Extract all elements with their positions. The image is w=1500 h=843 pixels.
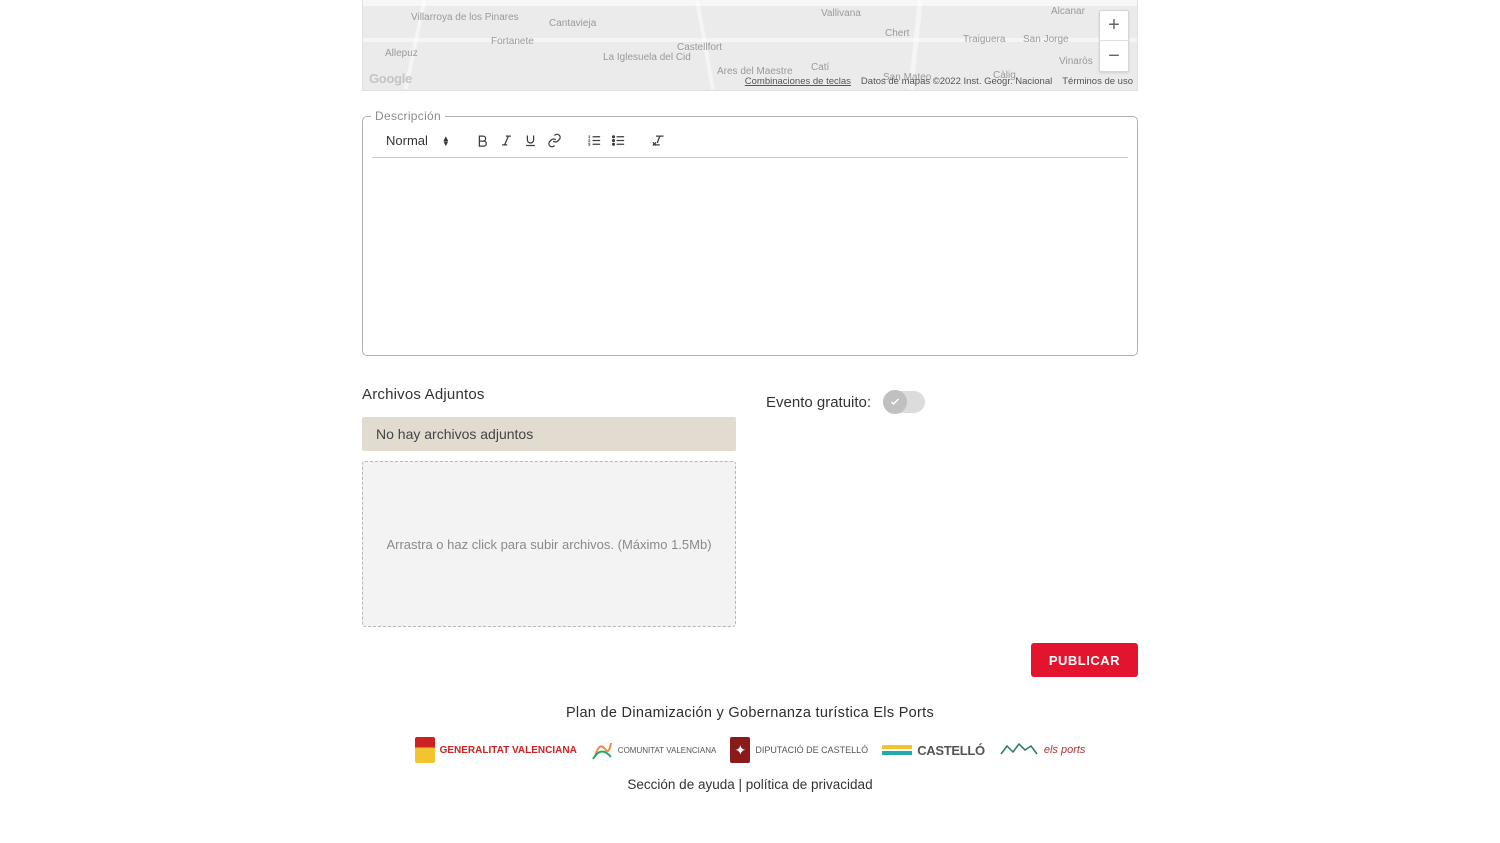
map-place-label: La Iglesuela del Cid (603, 52, 691, 63)
unordered-list-button[interactable] (608, 130, 630, 152)
publish-button[interactable]: PUBLICAR (1031, 643, 1138, 677)
map-place-label: Alcanar (1051, 6, 1085, 17)
map-shortcuts-link[interactable]: Combinaciones de teclas (745, 76, 851, 87)
svg-text:3: 3 (589, 143, 591, 147)
check-icon (889, 396, 901, 408)
underline-button[interactable] (520, 130, 542, 152)
select-arrows-icon: ▲▼ (442, 136, 450, 146)
footer-plan-text: Plan de Dinamización y Gobernanza turíst… (242, 705, 1258, 721)
heading-select-value: Normal (386, 133, 428, 148)
description-legend: Descripción (371, 109, 445, 123)
map-terms-link[interactable]: Términos de uso (1062, 76, 1133, 87)
help-link[interactable]: Sección de ayuda (627, 777, 734, 792)
map-place-label: Chert (885, 28, 909, 39)
ordered-list-button[interactable]: 123 (584, 130, 606, 152)
map-place-label: Fortanete (491, 36, 534, 47)
link-button[interactable] (544, 130, 566, 152)
map-place-label: Vallivana (821, 8, 861, 19)
map-place-label: Cantavieja (549, 18, 596, 29)
map-place-label: Traiguera (963, 34, 1005, 45)
map-place-label: San Jorge (1023, 34, 1069, 45)
zoom-in-button[interactable]: + (1100, 11, 1128, 41)
map-place-label: Catí (811, 62, 829, 73)
privacy-link[interactable]: política de privacidad (746, 777, 873, 792)
clear-format-button[interactable] (648, 130, 670, 152)
logo-castello: CASTELLÓ (882, 735, 985, 765)
file-dropzone[interactable]: Arrastra o haz click para subir archivos… (362, 461, 736, 627)
dropzone-hint: Arrastra o haz click para subir archivos… (386, 537, 711, 552)
map-place-label: Allepuz (385, 48, 418, 59)
description-textarea[interactable] (372, 158, 1128, 348)
free-event-toggle[interactable] (883, 391, 925, 413)
logo-generalitat: GENERALITAT VALENCIANA (415, 735, 577, 765)
heading-select[interactable]: Normal ▲▼ (382, 133, 454, 148)
map-place-label: Vinaròs (1059, 56, 1093, 67)
description-panel: Descripción Normal ▲▼ (362, 116, 1138, 356)
map-data-attrib: Datos de mapas ©2022 Inst. Geogr. Nacion… (861, 76, 1052, 87)
free-event-label: Evento gratuito: (766, 394, 871, 411)
italic-button[interactable] (496, 130, 518, 152)
zoom-out-button[interactable]: − (1100, 41, 1128, 71)
map[interactable]: Villarroya de los Pinares Cantavieja Val… (362, 0, 1138, 91)
bold-button[interactable] (472, 130, 494, 152)
map-place-label: Villarroya de los Pinares (411, 12, 519, 23)
logo-comunitat: COMUNITAT VALENCIANA (591, 735, 717, 765)
attachments-empty-message: No hay archivos adjuntos (362, 417, 736, 451)
footer-sep: | (735, 777, 746, 792)
logo-elsports: els ports (999, 735, 1086, 765)
google-logo: Google (369, 71, 412, 86)
logo-diputacio: ✦ DIPUTACIÓ DE CASTELLÓ (730, 735, 868, 765)
attachments-title: Archivos Adjuntos (362, 386, 736, 403)
